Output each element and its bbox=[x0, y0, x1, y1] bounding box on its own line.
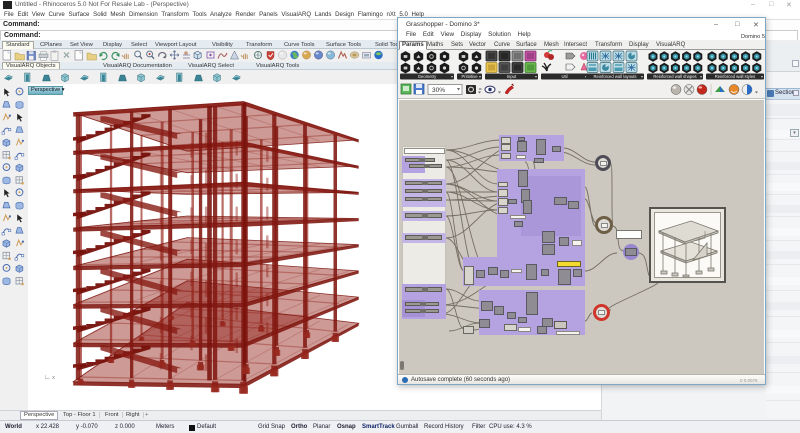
svg-text:▾: ▾ bbox=[479, 74, 481, 79]
svg-text:▾: ▾ bbox=[451, 74, 453, 79]
svg-text:▾: ▾ bbox=[535, 74, 537, 79]
svg-text:30%: 30% bbox=[432, 87, 445, 94]
svg-text:▾: ▾ bbox=[761, 74, 763, 79]
svg-text:Input: Input bbox=[507, 74, 517, 79]
svg-text:Reinforced wall styles: Reinforced wall styles bbox=[715, 74, 756, 79]
svg-text:Reinforced wall layouts: Reinforced wall layouts bbox=[593, 74, 636, 79]
svg-text:▾: ▾ bbox=[641, 74, 643, 79]
svg-text:▾: ▾ bbox=[700, 74, 702, 79]
svg-text:Primitive: Primitive bbox=[461, 74, 478, 79]
svg-text:Util: Util bbox=[561, 74, 567, 79]
svg-text:Geometry: Geometry bbox=[418, 74, 437, 79]
svg-text:Reinforced wall shapes: Reinforced wall shapes bbox=[653, 74, 696, 79]
